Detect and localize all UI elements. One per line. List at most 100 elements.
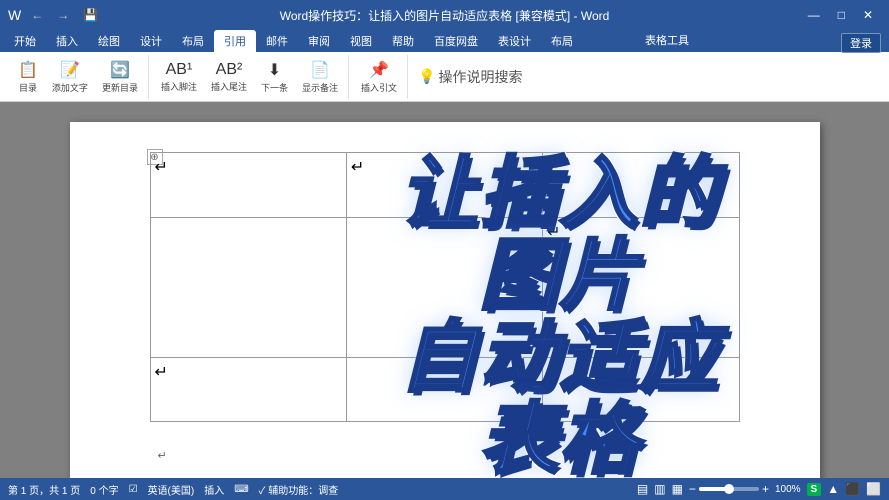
table-cell[interactable] (346, 357, 542, 422)
tab-insert[interactable]: 插入 (46, 30, 88, 52)
language-label[interactable]: 英语(美国) (148, 482, 195, 497)
page-count: 第 1 页，共 1 页 (8, 482, 80, 497)
taskbar-icon-2[interactable]: ⬛ (845, 482, 860, 496)
add-text-button[interactable]: 📝 添加文字 (46, 57, 94, 97)
footnote-group: AB¹ 插入脚注 AB² 插入尾注 ⬇ 下一条 📄 显示备注 (151, 55, 349, 99)
toc-button[interactable]: 📋 目录 (12, 57, 44, 97)
tab-mailings[interactable]: 邮件 (256, 30, 298, 52)
footnote-label: 插入脚注 (161, 80, 197, 93)
search-help-group: 💡 操作说明搜索 (410, 55, 526, 99)
search-help[interactable]: 💡 操作说明搜索 (418, 67, 522, 87)
cell-return: ↵ (155, 364, 168, 381)
tab-references[interactable]: 引用 (214, 30, 256, 52)
taskbar-icon-3[interactable]: ⬜ (866, 482, 881, 496)
toc-icon: 📋 (18, 60, 38, 80)
tab-baidu[interactable]: 百度网盘 (424, 30, 488, 52)
citation-group: 📌 插入引文 (351, 55, 408, 99)
endnote-icon: AB² (216, 61, 243, 79)
insert-footnote-button[interactable]: AB¹ 插入脚注 (155, 57, 203, 97)
tab-help[interactable]: 帮助 (382, 30, 424, 52)
document-area: ⊕ ↵ ↵ ↵ ↵ ↵ ↵ (0, 102, 889, 478)
cell-return: ↵ (351, 159, 364, 176)
layout-icon-2[interactable]: ▥ (654, 482, 665, 496)
ribbon-toolbar: 📋 目录 📝 添加文字 🔄 更新目录 AB¹ 插入脚注 AB² 插入尾注 ⬇ 下… (0, 52, 889, 102)
tab-review[interactable]: 审阅 (298, 30, 340, 52)
footnote-icon: AB¹ (166, 61, 193, 79)
insert-mode-icon: ⌨ (234, 484, 248, 495)
show-notes-icon: 📄 (310, 60, 330, 80)
tab-table-layout[interactable]: 布局 (541, 30, 583, 52)
tab-layout[interactable]: 布局 (172, 30, 214, 52)
table-cell[interactable] (150, 217, 346, 357)
table-cell[interactable]: ↵ (543, 357, 739, 422)
search-help-label: 操作说明搜索 (438, 67, 522, 87)
update-toc-button[interactable]: 🔄 更新目录 (96, 57, 144, 97)
tab-table-design[interactable]: 表设计 (488, 30, 541, 52)
next-footnote-label: 下一条 (261, 81, 288, 94)
tab-home[interactable]: 开始 (4, 30, 46, 52)
cell-return: ↵ (547, 224, 560, 241)
word-logo-icon: W (8, 7, 21, 23)
table-cell[interactable]: ↵ (346, 153, 542, 218)
next-footnote-button[interactable]: ⬇ 下一条 (255, 57, 294, 97)
minimize-button[interactable]: — (800, 6, 828, 24)
cell-return: ↵ (547, 159, 560, 176)
cell-return: ↵ (155, 159, 168, 176)
back-button[interactable]: ← (27, 6, 47, 24)
forward-button[interactable]: → (53, 6, 73, 24)
table-cell[interactable] (346, 217, 542, 357)
next-footnote-icon: ⬇ (268, 60, 281, 80)
citation-icon: 📌 (369, 60, 389, 80)
endnote-label: 插入尾注 (211, 80, 247, 93)
add-text-icon: 📝 (60, 60, 80, 80)
tab-design[interactable]: 设计 (130, 30, 172, 52)
word-table: ↵ ↵ ↵ ↵ ↵ ↵ (150, 152, 740, 422)
show-notes-label: 显示备注 (302, 81, 338, 94)
wps-logo: S (807, 483, 822, 496)
tab-view[interactable]: 视图 (340, 30, 382, 52)
table-tools-label: 表格工具 (645, 32, 689, 48)
insert-mode-label[interactable]: 插入 (204, 482, 224, 497)
accessibility-label[interactable]: ✓ 辅助功能：调查 (259, 482, 339, 497)
zoom-controls: − + (689, 482, 769, 496)
table-row: ↵ ↵ (150, 357, 739, 422)
layout-icon-1[interactable]: ▤ (637, 482, 648, 496)
table-row: ↵ (150, 217, 739, 357)
title-bar: W ← → 💾 Word操作技巧：让插入的图片自动适应表格 [兼容模式] - W… (0, 0, 889, 30)
login-button[interactable]: 登录 (841, 33, 881, 53)
insert-endnote-button[interactable]: AB² 插入尾注 (205, 57, 253, 97)
zoom-in-button[interactable]: + (762, 482, 769, 496)
table-row: ↵ ↵ ↵ (150, 153, 739, 218)
show-notes-button[interactable]: 📄 显示备注 (296, 57, 344, 97)
track-changes-icon: ☑ (129, 484, 138, 495)
zoom-out-button[interactable]: − (689, 482, 696, 496)
toc-label: 目录 (19, 81, 37, 94)
search-help-icon: 💡 (418, 68, 435, 85)
window-title: Word操作技巧：让插入的图片自动适应表格 [兼容模式] - Word (280, 7, 610, 24)
save-button[interactable]: 💾 (79, 6, 102, 24)
layout-icon-3[interactable]: ▦ (672, 482, 683, 496)
cell-return: ↵ (547, 364, 560, 381)
doc-return-mark: ↵ (158, 449, 167, 462)
status-bar: 第 1 页，共 1 页 0 个字 ☑ 英语(美国) 插入 ⌨ ✓ 辅助功能：调查… (0, 478, 889, 500)
ribbon-tabs: 开始 插入 绘图 设计 布局 引用 邮件 审阅 视图 帮助 百度网盘 表设计 布… (0, 30, 889, 52)
document-page: ⊕ ↵ ↵ ↵ ↵ ↵ ↵ (70, 122, 820, 478)
table-cell[interactable]: ↵ (150, 357, 346, 422)
table-cell[interactable]: ↵ (543, 153, 739, 218)
add-text-label: 添加文字 (52, 81, 88, 94)
maximize-button[interactable]: □ (830, 6, 853, 24)
tab-draw[interactable]: 绘图 (88, 30, 130, 52)
taskbar-icon-1[interactable]: ▲ (827, 482, 839, 496)
update-toc-label: 更新目录 (102, 81, 138, 94)
status-bar-right: ▤ ▥ ▦ − + 100% S ▲ ⬛ ⬜ (637, 482, 881, 496)
zoom-slider-thumb (724, 484, 734, 494)
table-cell[interactable]: ↵ (150, 153, 346, 218)
zoom-percent[interactable]: 100% (775, 484, 801, 495)
table-cell[interactable]: ↵ (543, 217, 739, 357)
citation-label: 插入引文 (361, 81, 397, 94)
word-count: 0 个字 (90, 482, 118, 497)
update-toc-icon: 🔄 (110, 60, 130, 80)
zoom-slider[interactable] (699, 487, 759, 491)
close-button[interactable]: ✕ (855, 6, 881, 24)
insert-citation-button[interactable]: 📌 插入引文 (355, 57, 403, 97)
